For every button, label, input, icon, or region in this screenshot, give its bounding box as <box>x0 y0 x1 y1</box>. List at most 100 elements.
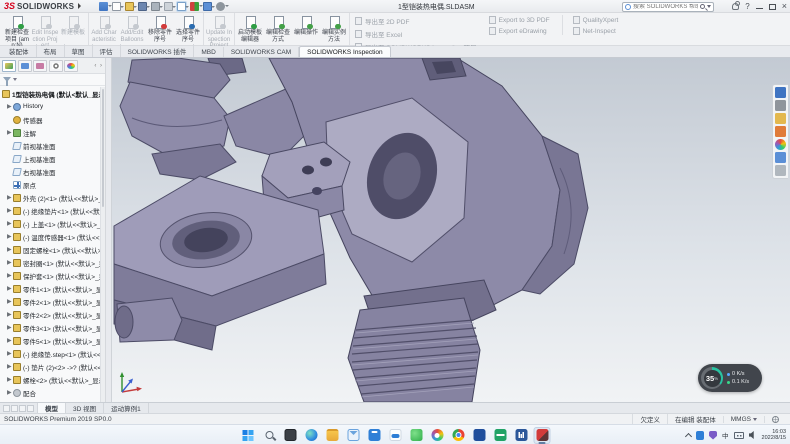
ime-indicator[interactable]: 中 <box>722 430 729 440</box>
tree-item[interactable]: ▶ 配合 <box>0 386 100 399</box>
task-pane-tab-icon[interactable] <box>775 87 786 98</box>
export-command[interactable]: Export to 3D PDF <box>489 16 550 24</box>
search-caret-icon[interactable] <box>707 5 711 8</box>
ribbon-button[interactable]: 选择零件序号 <box>174 14 202 44</box>
tab-nav-cluster[interactable] <box>0 403 38 413</box>
ribbon-tab[interactable]: SOLIDWORKS Inspection <box>299 46 391 57</box>
task-pane-tab-icon[interactable] <box>775 126 786 137</box>
export-command[interactable]: QualityXpert <box>573 16 619 24</box>
task-pane-tab-icon[interactable] <box>775 152 786 163</box>
ribbon-button[interactable]: Edit Inspection Project <box>31 14 59 44</box>
tree-item[interactable]: ▶ 零件1<1> (默认<<默认>_显示状态 <box>0 282 100 295</box>
ribbon-button[interactable]: Update Inspection Project <box>205 14 233 44</box>
tree-item[interactable]: ▶ 保护套<1> (默认<<默认>_显示状 <box>0 269 100 282</box>
taskbar-app[interactable] <box>429 427 446 444</box>
tree-item[interactable]: ▶ 原点 <box>0 178 100 191</box>
qat-icon[interactable] <box>99 2 108 11</box>
tree-scrollbar-thumb[interactable] <box>102 89 104 207</box>
tree-filter[interactable] <box>0 74 105 86</box>
tree-item[interactable]: ▶ (-) 绝缘垫片<1> (默认<<默认>_显 <box>0 204 100 217</box>
export-command[interactable]: 导出至 2D PDF <box>355 16 477 26</box>
ribbon-button[interactable]: 移除零件序号 <box>146 14 174 44</box>
taskbar-app[interactable] <box>366 427 383 444</box>
tray-shield-icon[interactable] <box>709 431 717 440</box>
ribbon-button[interactable]: 启动模板编辑器 <box>236 14 264 44</box>
tree-item[interactable]: ▶ 密封圈<1> (默认<<默认>_显示状 <box>0 256 100 269</box>
qat-icon[interactable] <box>138 2 147 11</box>
model-3d-view[interactable] <box>112 58 790 402</box>
touch-keyboard-icon[interactable] <box>734 432 744 439</box>
graphics-viewport[interactable]: 35% 0 K/s 0.1 K/s <box>112 58 790 402</box>
export-command[interactable]: 导出至 Excel <box>355 29 477 39</box>
tree-item[interactable]: ▶ (-) 温度传感器<1> (默认<<默认>_ <box>0 230 100 243</box>
ribbon-tab[interactable]: 评估 <box>93 44 121 57</box>
tree-item[interactable]: ▶ 零件5<1> (默认<<默认>_显示状态 <box>0 334 100 347</box>
tree-item[interactable]: ▶ 右视基准面 <box>0 165 100 178</box>
tree-item[interactable]: ▶ 零件3<1> (默认<<默认>_显示状态 <box>0 321 100 334</box>
taskbar-app[interactable] <box>324 427 341 444</box>
ribbon-button[interactable]: Add/Edit Balloons <box>118 14 146 44</box>
taskbar-app[interactable] <box>387 427 404 444</box>
ribbon-tab[interactable]: MBD <box>194 47 223 57</box>
help-search-box[interactable] <box>622 2 714 12</box>
ribbon-tab[interactable]: 草图 <box>65 44 93 57</box>
minimize-button[interactable] <box>756 8 763 10</box>
tray-chevron-icon[interactable] <box>685 432 692 439</box>
document-tab[interactable]: 3D 视图 <box>66 403 104 413</box>
ribbon-tab[interactable]: 布局 <box>37 44 65 57</box>
tree-item[interactable]: ▶ 上视基准面 <box>0 152 100 165</box>
tree-item[interactable]: ▶ (-) 绝缘垫.step<1> (默认<<默认> <box>0 347 100 360</box>
tree-item[interactable]: ▶ 注解 <box>0 126 100 139</box>
close-button[interactable]: × <box>782 2 787 11</box>
volume-icon[interactable] <box>749 431 757 439</box>
tree-item[interactable]: ▶ 外壳 (2)<1> (默认<<默认>_显示状 <box>0 191 100 204</box>
qat-icon[interactable] <box>112 2 121 11</box>
ribbon-button[interactable]: 编辑实例方法 <box>320 14 348 44</box>
manager-tab-icon[interactable] <box>64 60 78 72</box>
taskbar-app[interactable] <box>534 427 551 444</box>
taskbar-app[interactable] <box>261 427 278 444</box>
tree-item[interactable]: ▶ 零件2<2> (默认<<默认>_显示状态 <box>0 308 100 321</box>
units-selector[interactable]: MMGS <box>723 416 764 423</box>
clock[interactable]: 16:03 2022/8/15 <box>762 429 786 442</box>
task-pane-tab-icon[interactable] <box>775 100 786 111</box>
ribbon-button[interactable]: 编辑操作 <box>292 14 320 44</box>
taskbar-app[interactable] <box>240 427 257 444</box>
task-pane-tab-icon[interactable] <box>775 139 786 150</box>
ribbon-button[interactable]: 编辑检查方式 <box>264 14 292 44</box>
export-command[interactable]: Export eDrawing <box>489 27 550 35</box>
help-button[interactable]: ? <box>745 2 749 11</box>
tree-item[interactable]: ▶ (-) 垫片 (2)<2> ->? (默认<<默认> <box>0 360 100 373</box>
taskbar-app[interactable] <box>345 427 362 444</box>
net-speed-overlay[interactable]: 35% 0 K/s 0.1 K/s <box>698 364 762 392</box>
qat-icon[interactable] <box>151 2 160 11</box>
tree-item[interactable]: ▶ 前视基准面 <box>0 139 100 152</box>
taskbar-app[interactable] <box>303 427 320 444</box>
ribbon-tab[interactable]: SOLIDWORKS CAM <box>224 47 299 57</box>
tree-root-item[interactable]: 1型铠装热电偶 (默认<默认_显示状态-1 <box>0 87 100 100</box>
ribbon-button[interactable]: 新建模板 <box>59 14 87 44</box>
qat-icon[interactable] <box>190 2 199 11</box>
taskbar-app[interactable] <box>282 427 299 444</box>
login-icon[interactable] <box>732 3 739 10</box>
ribbon-tab[interactable]: SOLIDWORKS 插件 <box>121 44 195 57</box>
task-pane-tab-icon[interactable] <box>775 165 786 176</box>
tree-item[interactable]: ▶ 螺栓<2> (默认<<默认>_显示状态 <box>0 373 100 386</box>
task-pane-tab-icon[interactable] <box>775 113 786 124</box>
manager-tab-icon[interactable] <box>18 60 32 72</box>
export-command[interactable]: Net-Inspect <box>573 27 619 35</box>
qat-icon[interactable] <box>216 2 225 11</box>
qat-icon[interactable] <box>164 2 173 11</box>
manager-tab-icon[interactable] <box>2 60 16 72</box>
tree-scrollbar[interactable] <box>100 87 105 402</box>
manager-tab-arrows-icon[interactable]: ‹ › <box>94 63 103 69</box>
ribbon-button[interactable]: 新建检查项目 (amp;N) <box>3 14 31 44</box>
tree-item[interactable]: ▶ History <box>0 100 100 113</box>
taskbar-app[interactable] <box>471 427 488 444</box>
taskbar-app[interactable] <box>408 427 425 444</box>
taskbar-app[interactable] <box>492 427 509 444</box>
qat-icon[interactable] <box>203 2 212 11</box>
document-tab[interactable]: 模型 <box>38 403 66 413</box>
web-help-toggle[interactable] <box>764 416 786 423</box>
tray-app-icon[interactable] <box>696 431 704 440</box>
